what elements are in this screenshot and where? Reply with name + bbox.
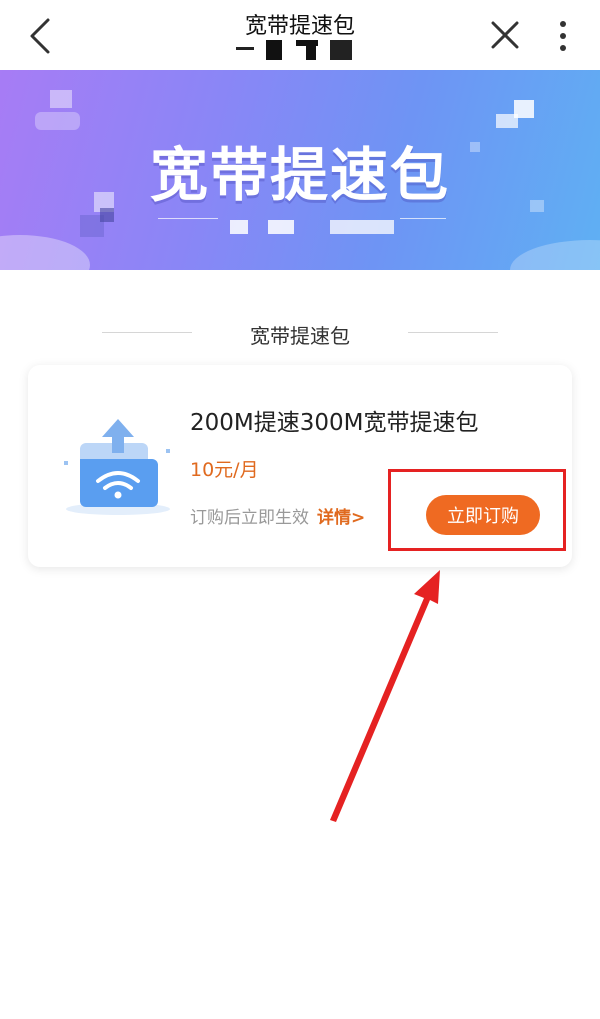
product-price: 10元/月	[190, 459, 259, 481]
top-navbar: 宽带提速包	[0, 0, 600, 70]
close-icon[interactable]	[488, 18, 522, 52]
activation-note: 订购后立即生效	[190, 508, 309, 528]
banner-divider-right	[400, 218, 446, 219]
wifi-folder-icon	[64, 419, 170, 515]
banner-divider-left	[158, 218, 218, 219]
section-header: 宽带提速包	[0, 318, 600, 348]
annotation-highlight-box	[388, 469, 566, 551]
banner-title: 宽带提速包	[149, 141, 450, 209]
promo-banner: 宽带提速包	[0, 70, 600, 270]
section-divider-right	[408, 332, 498, 333]
details-link[interactable]: 详情>	[317, 508, 365, 528]
more-vertical-icon[interactable]	[552, 16, 574, 56]
product-name: 200M提速300M宽带提速包	[190, 410, 479, 436]
redacted-subtitle	[236, 40, 352, 60]
section-title: 宽带提速包	[250, 324, 350, 348]
product-description: 订购后立即生效 详情>	[190, 503, 365, 528]
